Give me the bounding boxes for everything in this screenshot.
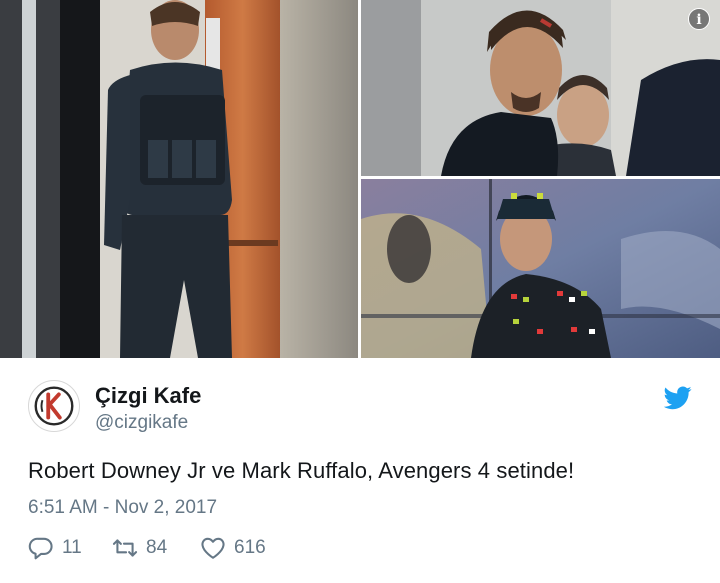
like-count: 616 xyxy=(234,537,266,558)
tweet-card: i Çizgi Kafe @cizgikafe Robert Downey Jr… xyxy=(0,0,720,583)
retweet-button[interactable]: 84 xyxy=(112,533,167,563)
twitter-bird-icon[interactable] xyxy=(664,386,692,410)
timestamp[interactable]: 6:51 AM - Nov 2, 2017 xyxy=(28,497,217,519)
reply-button[interactable]: 11 xyxy=(28,533,82,563)
photo-rdj-tactical-vest[interactable] xyxy=(0,0,358,358)
photo-ruffalo-mocap[interactable] xyxy=(361,179,720,358)
avatar[interactable] xyxy=(28,380,80,432)
like-button[interactable]: 616 xyxy=(200,533,266,563)
reply-icon xyxy=(28,537,53,560)
user-handle[interactable]: @cizgikafe xyxy=(95,412,188,434)
info-icon[interactable]: i xyxy=(688,8,710,30)
tweet-actions: 11 84 616 xyxy=(28,533,428,563)
display-name[interactable]: Çizgi Kafe xyxy=(95,383,201,409)
retweet-count: 84 xyxy=(146,537,168,558)
media-grid: i xyxy=(0,0,720,358)
like-icon xyxy=(201,537,225,559)
retweet-icon xyxy=(112,539,138,557)
photo-rdj-closeup[interactable] xyxy=(361,0,720,176)
tweet-text: Robert Downey Jr ve Mark Ruffalo, Avenge… xyxy=(28,458,575,483)
reply-count: 11 xyxy=(62,537,82,558)
